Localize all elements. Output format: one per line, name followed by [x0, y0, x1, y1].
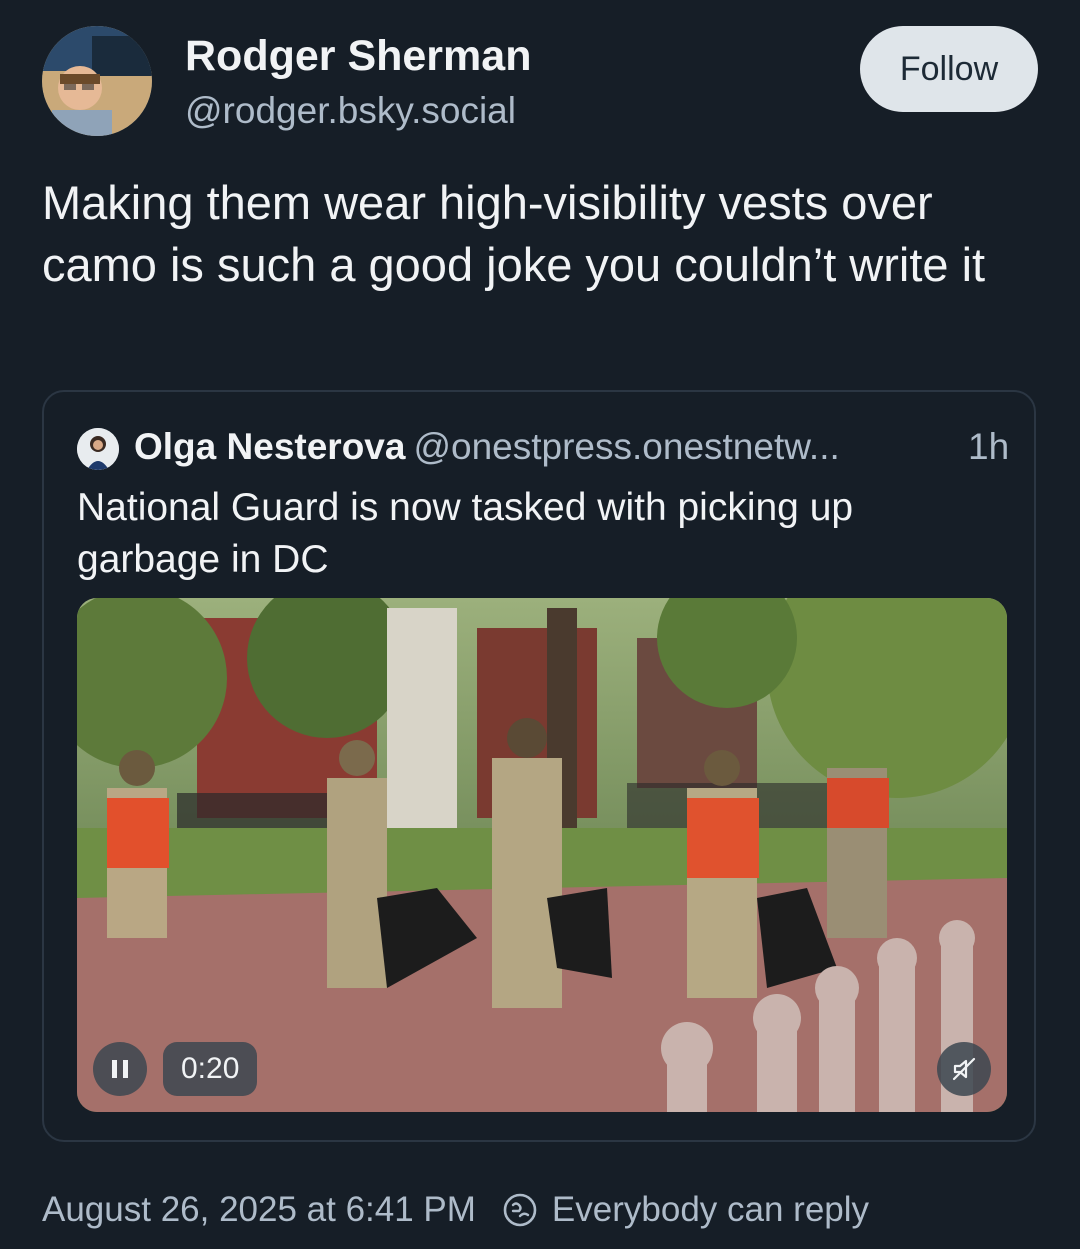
- quote-text: National Guard is now tasked with pickin…: [77, 486, 854, 581]
- author-name[interactable]: Rodger Sherman: [185, 32, 531, 81]
- quote-author-avatar[interactable]: [77, 428, 119, 470]
- quote-author-handle[interactable]: @onestpress.onestnetw...: [413, 426, 839, 467]
- quote-card[interactable]: Olga Nesterova @onestpress.onestnetw... 1…: [42, 390, 1036, 1142]
- pause-button[interactable]: [93, 1042, 147, 1096]
- author-avatar[interactable]: [42, 26, 152, 136]
- follow-button[interactable]: Follow: [860, 26, 1038, 112]
- quote-time: 1h: [968, 426, 1010, 467]
- quote-avatar-image: [77, 428, 119, 470]
- avatar-image: [42, 26, 152, 136]
- mute-button[interactable]: [937, 1042, 991, 1096]
- muted-speaker-icon: [952, 1057, 976, 1081]
- video-player[interactable]: 0:20: [77, 598, 1007, 1112]
- pause-icon: [112, 1060, 128, 1078]
- post-text: Making them wear high-visibility vests o…: [42, 176, 986, 291]
- reply-setting-button[interactable]: Everybody can reply: [552, 1190, 869, 1230]
- quote-author-name[interactable]: Olga Nesterova: [134, 426, 405, 467]
- post-timestamp: August 26, 2025 at 6:41 PM: [42, 1190, 476, 1229]
- author-handle[interactable]: @rodger.bsky.social: [185, 90, 516, 132]
- reply-settings-icon: [503, 1193, 537, 1227]
- video-duration: 0:20: [163, 1042, 258, 1096]
- video-frame: [77, 598, 1007, 1112]
